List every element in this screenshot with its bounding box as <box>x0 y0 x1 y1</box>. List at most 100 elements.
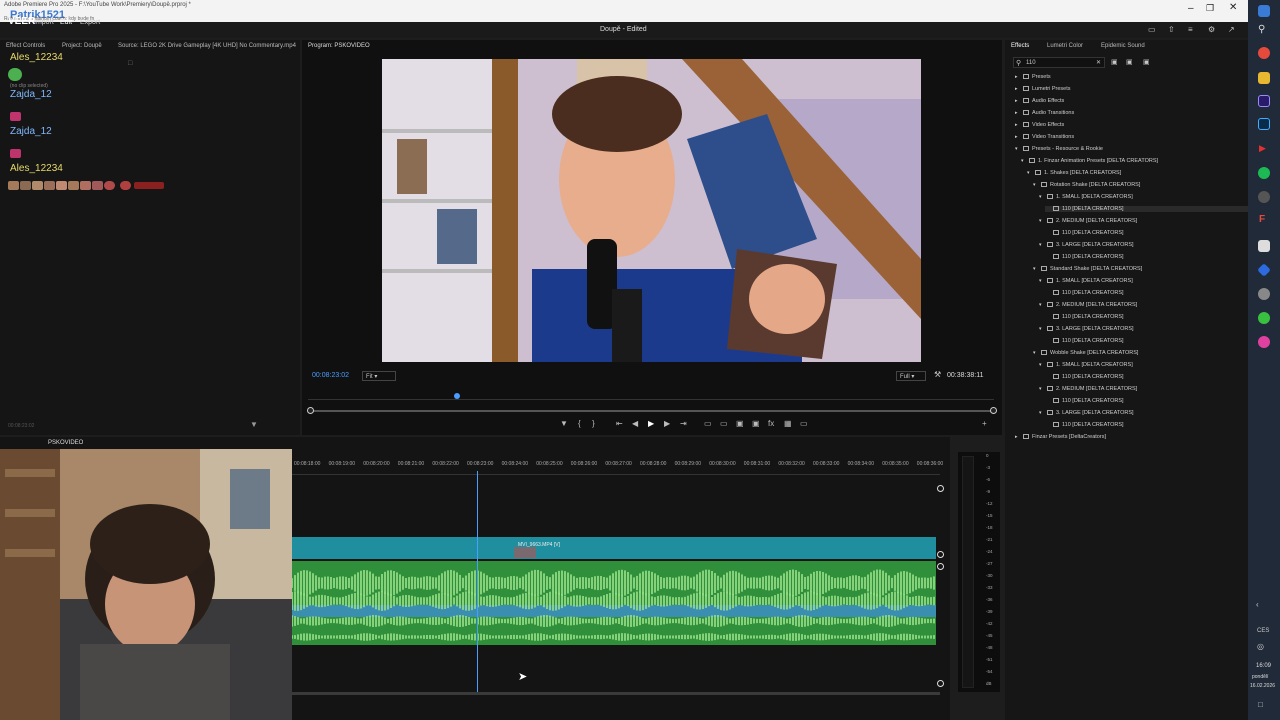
chevron-down-icon[interactable]: ▾ <box>1039 218 1047 224</box>
step-forward-icon[interactable]: ▶ <box>664 419 670 428</box>
tab-source[interactable]: Source: LEGO 2K Drive Gameplay [4K UHD] … <box>118 43 296 55</box>
chevron-down-icon[interactable]: ▾ <box>1039 278 1047 284</box>
track-handle[interactable] <box>937 563 944 570</box>
yuv-effects-icon[interactable]: ▣ <box>1143 58 1150 66</box>
fx-icon[interactable]: fx <box>768 419 774 428</box>
scroll-handle-left[interactable] <box>307 407 314 414</box>
chevron-right-icon[interactable]: ▸ <box>1015 110 1023 116</box>
notification-icon[interactable]: □ <box>1258 700 1263 709</box>
export-frame-icon[interactable]: ▣ <box>736 419 744 428</box>
chevron-right-icon[interactable]: ▸ <box>1015 434 1023 440</box>
effects-folder-item[interactable]: ▸ Audio Transitions <box>1015 110 1074 116</box>
clear-search-icon[interactable]: ✕ <box>1096 59 1101 66</box>
settings-icon[interactable]: ⚙ <box>1208 25 1215 34</box>
timeline-playhead[interactable] <box>477 471 478 695</box>
zoom-scrollbar[interactable] <box>307 407 997 414</box>
app-icon[interactable] <box>1258 191 1270 203</box>
maximize-button[interactable]: ❐ <box>1206 3 1214 14</box>
explorer-icon[interactable] <box>1258 72 1270 84</box>
filter-icon[interactable]: ▼ <box>250 420 258 429</box>
play-icon[interactable]: ▶ <box>648 419 654 428</box>
chrome-icon[interactable] <box>1258 47 1270 59</box>
effects-folder-item[interactable]: ▾ 1. Finzar Animation Presets [DELTA CREA… <box>1021 158 1158 164</box>
effects-folder-item[interactable]: ▸ Video Transitions <box>1015 134 1074 140</box>
chevron-down-icon[interactable]: ▾ <box>1033 266 1041 272</box>
chevron-down-icon[interactable]: ▾ <box>1039 410 1047 416</box>
effect-preset-item[interactable]: 110 [DELTA CREATORS] <box>1045 338 1124 344</box>
video-clip[interactable]: MVI_9663.MP4 [V] <box>292 537 936 559</box>
app-icon[interactable] <box>1257 263 1271 277</box>
chevron-down-icon[interactable]: ▾ <box>1039 242 1047 248</box>
effects-folder-item[interactable]: ▾ 3. LARGE [DELTA CREATORS] <box>1039 242 1134 248</box>
youtube-icon[interactable]: ▶ <box>1259 143 1266 154</box>
go-to-out-icon[interactable]: ⇥ <box>680 419 687 428</box>
mark-in-icon[interactable]: { <box>578 419 581 428</box>
effect-preset-item[interactable]: 110 [DELTA CREATORS] <box>1045 374 1124 380</box>
program-timecode[interactable]: 00:08:23:02 <box>312 372 349 379</box>
effects-folder-item[interactable]: ▾ Rotation Shake [DELTA CREATORS] <box>1033 182 1140 188</box>
chevron-down-icon[interactable]: ▾ <box>1039 362 1047 368</box>
step-back-icon[interactable]: ◀ <box>632 419 638 428</box>
network-icon[interactable]: ◎ <box>1257 642 1264 651</box>
accelerated-effects-icon[interactable]: ▣ <box>1111 58 1118 66</box>
minimize-button[interactable]: – <box>1188 3 1194 14</box>
effects-folder-item[interactable]: ▾ 3. LARGE [DELTA CREATORS] <box>1039 410 1134 416</box>
chevron-up-icon[interactable]: ‹ <box>1256 600 1259 609</box>
effect-preset-item[interactable]: 110 [DELTA CREATORS] <box>1045 422 1124 428</box>
track-handle[interactable] <box>937 551 944 558</box>
effects-folder-item[interactable]: ▸ Presets <box>1015 74 1051 80</box>
effects-folder-item[interactable]: ▸ Finzar Presets [DeltaCreators] <box>1015 434 1106 440</box>
program-playhead[interactable] <box>454 393 460 399</box>
panel-menu-icon[interactable]: □ <box>128 60 132 67</box>
wrench-icon[interactable]: ⚒ <box>934 370 941 379</box>
track-handle[interactable] <box>937 485 944 492</box>
effects-folder-item[interactable]: ▾ Wobble Shake [DELTA CREATORS] <box>1033 350 1138 356</box>
effects-folder-item[interactable]: ▾ 2. MEDIUM [DELTA CREATORS] <box>1039 386 1137 392</box>
track-handle[interactable] <box>937 680 944 687</box>
app-icon[interactable]: F <box>1259 214 1265 225</box>
timeline-scrollbar[interactable] <box>292 692 940 695</box>
effect-preset-item[interactable]: 110 [DELTA CREATORS] <box>1045 206 1248 212</box>
effects-folder-item[interactable]: ▾ 1. SMALL [DELTA CREATORS] <box>1039 278 1133 284</box>
program-ruler[interactable] <box>308 392 994 400</box>
extract-icon[interactable]: ▭ <box>720 419 728 428</box>
effects-folder-item[interactable]: ▸ Audio Effects <box>1015 98 1064 104</box>
effects-folder-item[interactable]: ▾ 1. SMALL [DELTA CREATORS] <box>1039 362 1133 368</box>
search-icon[interactable]: ⚲ <box>1258 24 1265 35</box>
effects-folder-item[interactable]: ▾ 3. LARGE [DELTA CREATORS] <box>1039 326 1134 332</box>
effects-folder-item[interactable]: ▾ 1. SMALL [DELTA CREATORS] <box>1039 194 1133 200</box>
windows-start-icon[interactable] <box>1258 5 1270 17</box>
layout-icon[interactable]: ▭ <box>1148 25 1156 34</box>
add-marker-icon[interactable]: ▼ <box>560 419 568 428</box>
chevron-right-icon[interactable]: ▸ <box>1015 134 1023 140</box>
effect-preset-item[interactable]: 110 [DELTA CREATORS] <box>1045 398 1124 404</box>
lift-icon[interactable]: ▭ <box>704 419 712 428</box>
zoom-fit-select[interactable]: Fit ▾ <box>362 371 396 381</box>
chevron-down-icon[interactable]: ▾ <box>1027 170 1035 176</box>
photoshop-icon[interactable] <box>1258 118 1270 130</box>
add-button-icon[interactable]: + <box>982 419 987 428</box>
tab-export[interactable]: Export <box>80 19 100 26</box>
insert-icon[interactable]: ▣ <box>752 419 760 428</box>
effects-folder-item[interactable]: ▾ Presets - Resource & Rookie <box>1015 146 1103 152</box>
vr-icon[interactable]: ▭ <box>800 419 808 428</box>
tab-import[interactable]: Import <box>34 19 54 26</box>
chevron-down-icon[interactable]: ▾ <box>1039 302 1047 308</box>
app-icon[interactable] <box>1258 240 1270 252</box>
effects-folder-item[interactable]: ▾ 1. Shakes [DELTA CREATORS] <box>1027 170 1121 176</box>
expand-icon[interactable]: ↗ <box>1228 25 1235 34</box>
32bit-effects-icon[interactable]: ▣ <box>1126 58 1133 66</box>
spotify-icon[interactable] <box>1258 167 1270 179</box>
effect-preset-item[interactable]: 110 [DELTA CREATORS] <box>1045 314 1124 320</box>
timeline-ruler[interactable]: 00:08:18:00 00:08:19:00 00:08:20:00 00:08:2… <box>292 459 943 475</box>
clock-time[interactable]: 16:09 <box>1256 663 1271 669</box>
app-icon[interactable] <box>1258 312 1270 324</box>
premiere-icon[interactable] <box>1258 95 1270 107</box>
audio-clip[interactable] <box>292 561 936 645</box>
effect-preset-item[interactable]: 110 [DELTA CREATORS] <box>1045 254 1124 260</box>
effects-folder-item[interactable]: ▸ Lumetri Presets <box>1015 86 1071 92</box>
chevron-down-icon[interactable]: ▾ <box>1039 194 1047 200</box>
chevron-down-icon[interactable]: ▾ <box>1039 326 1047 332</box>
tab-epidemic-sound[interactable]: Epidemic Sound <box>1101 43 1145 55</box>
tab-project[interactable]: Project: Doupě <box>62 43 102 55</box>
